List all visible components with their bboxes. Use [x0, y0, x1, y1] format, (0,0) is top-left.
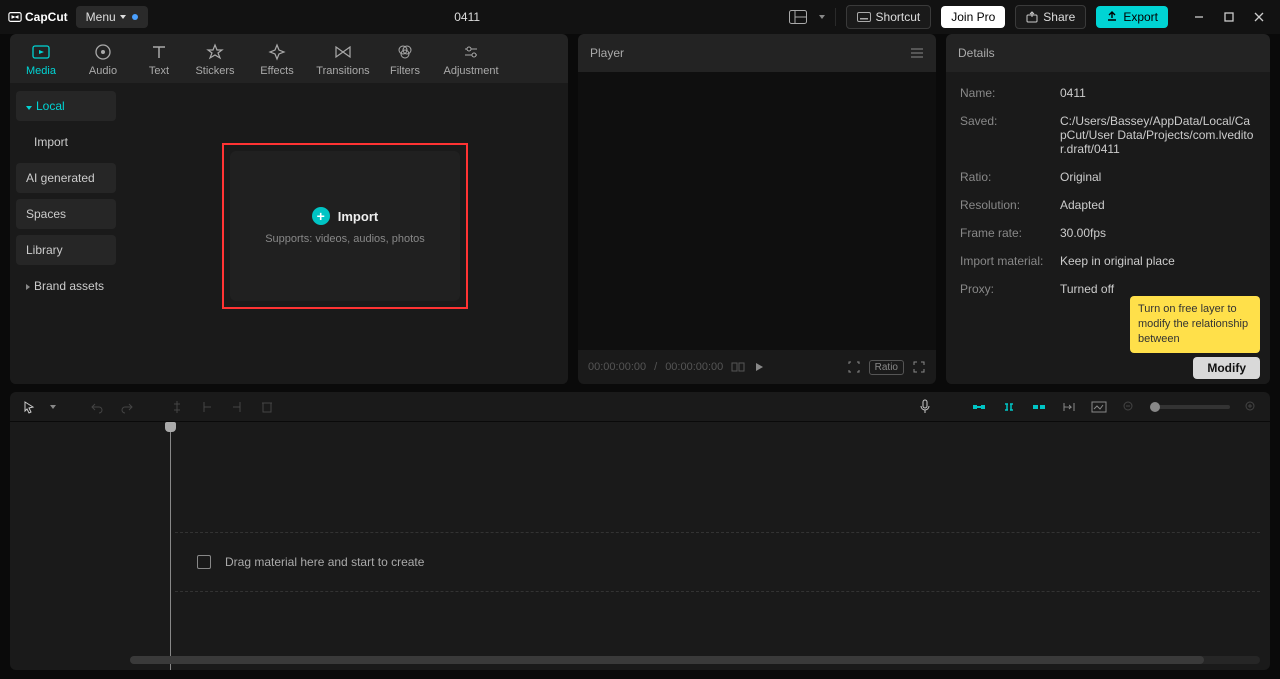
- share-icon: [1026, 11, 1038, 23]
- detail-saved: C:/Users/Bassey/AppData/Local/CapCut/Use…: [1060, 114, 1256, 156]
- undo-icon[interactable]: [88, 398, 106, 416]
- notification-dot-icon: [132, 14, 138, 20]
- sidebar-item-spaces[interactable]: Spaces: [16, 199, 116, 229]
- detail-resolution: Adapted: [1060, 198, 1256, 212]
- tab-filters[interactable]: Filters: [378, 34, 432, 83]
- titlebar-actions: Shortcut Join Pro Share Export: [787, 5, 1272, 29]
- transitions-icon: [333, 42, 353, 62]
- text-icon: [149, 42, 169, 62]
- menu-button[interactable]: Menu: [76, 6, 148, 28]
- sidebar-item-library[interactable]: Library: [16, 235, 116, 265]
- import-dropzone[interactable]: + Import Supports: videos, audios, photo…: [230, 151, 460, 301]
- play-icon[interactable]: [753, 361, 765, 373]
- snap-icon[interactable]: [1030, 398, 1048, 416]
- trim-left-icon[interactable]: [198, 398, 216, 416]
- zoom-out-icon[interactable]: [1120, 398, 1138, 416]
- split-icon[interactable]: [168, 398, 186, 416]
- magnet-icon[interactable]: [970, 398, 988, 416]
- detail-import: Keep in original place: [1060, 254, 1256, 268]
- timeline-area: Drag material here and start to create: [0, 384, 1280, 670]
- scan-icon[interactable]: [847, 360, 861, 374]
- main-area: Media Audio Text Stickers Effects Transi…: [0, 34, 1280, 384]
- timeline-scrollbar[interactable]: [130, 656, 1260, 664]
- zoom-in-icon[interactable]: [1242, 398, 1260, 416]
- trim-right-icon[interactable]: [228, 398, 246, 416]
- layout-chevron-icon[interactable]: [819, 15, 825, 19]
- media-sidebar: Local Import AI generated Spaces Library…: [10, 83, 122, 384]
- modify-button[interactable]: Modify: [1193, 357, 1260, 379]
- capcut-logo-icon: [8, 10, 22, 24]
- media-icon: [31, 42, 51, 62]
- app-logo: CapCut: [8, 10, 68, 24]
- media-panel: Media Audio Text Stickers Effects Transi…: [10, 34, 568, 384]
- ratio-button[interactable]: Ratio: [869, 360, 904, 375]
- cursor-tool-icon[interactable]: [20, 398, 38, 416]
- tab-media[interactable]: Media: [10, 34, 72, 83]
- details-panel: Details Name:0411 Saved:C:/Users/Bassey/…: [946, 34, 1270, 384]
- import-area: + Import Supports: videos, audios, photo…: [122, 83, 568, 384]
- track-type-icon: [197, 555, 211, 569]
- tab-effects[interactable]: Effects: [246, 34, 308, 83]
- app-name: CapCut: [25, 10, 68, 24]
- shortcut-button[interactable]: Shortcut: [846, 5, 932, 29]
- delete-icon[interactable]: [258, 398, 276, 416]
- sidebar-item-local[interactable]: Local: [16, 91, 116, 121]
- detail-ratio: Original: [1060, 170, 1256, 184]
- layout-icon[interactable]: [787, 6, 809, 28]
- timeline-track[interactable]: Drag material here and start to create: [175, 532, 1260, 592]
- free-layer-tooltip: Turn on free layer to modify the relatio…: [1130, 296, 1260, 353]
- player-title: Player: [590, 46, 624, 60]
- export-button[interactable]: Export: [1096, 6, 1168, 28]
- close-button[interactable]: [1246, 6, 1272, 28]
- project-title: 0411: [156, 10, 779, 24]
- titlebar: CapCut Menu 0411 Shortcut Join Pro Share…: [0, 0, 1280, 34]
- details-title: Details: [958, 46, 995, 60]
- cover-icon[interactable]: [1090, 398, 1108, 416]
- tab-transitions[interactable]: Transitions: [308, 34, 378, 83]
- share-button[interactable]: Share: [1015, 5, 1086, 29]
- fullscreen-icon[interactable]: [912, 360, 926, 374]
- detail-framerate: 30.00fps: [1060, 226, 1256, 240]
- playhead[interactable]: [170, 422, 171, 670]
- time-total: 00:00:00:00: [665, 361, 723, 373]
- plus-circle-icon: +: [312, 207, 330, 225]
- stickers-icon: [205, 42, 225, 62]
- effects-icon: [267, 42, 287, 62]
- redo-icon[interactable]: [118, 398, 136, 416]
- compare-icon[interactable]: [731, 360, 745, 374]
- keyboard-icon: [857, 12, 871, 22]
- detail-proxy: Turned off: [1060, 282, 1256, 296]
- audio-icon: [93, 42, 113, 62]
- timeline-body[interactable]: Drag material here and start to create: [10, 422, 1270, 670]
- zoom-slider[interactable]: [1150, 405, 1230, 409]
- export-icon: [1106, 11, 1118, 23]
- player-viewport[interactable]: [578, 72, 936, 350]
- top-tabs: Media Audio Text Stickers Effects Transi…: [10, 34, 568, 83]
- player-panel: Player 00:00:00:00 / 00:00:00:00 Ratio: [578, 34, 936, 384]
- window-controls: [1186, 6, 1272, 28]
- preview-icon[interactable]: [1060, 398, 1078, 416]
- join-pro-button[interactable]: Join Pro: [941, 6, 1005, 28]
- maximize-button[interactable]: [1216, 6, 1242, 28]
- timeline-toolbar: [10, 392, 1270, 422]
- adjustment-icon: [461, 42, 481, 62]
- sidebar-item-ai[interactable]: AI generated: [16, 163, 116, 193]
- chevron-down-icon: [120, 15, 126, 19]
- player-controls: 00:00:00:00 / 00:00:00:00 Ratio: [578, 350, 936, 384]
- minimize-button[interactable]: [1186, 6, 1212, 28]
- link-icon[interactable]: [1000, 398, 1018, 416]
- mic-icon[interactable]: [916, 398, 934, 416]
- sidebar-item-brand[interactable]: Brand assets: [16, 271, 116, 301]
- tab-stickers[interactable]: Stickers: [184, 34, 246, 83]
- filters-icon: [395, 42, 415, 62]
- sidebar-item-import[interactable]: Import: [16, 127, 116, 157]
- time-current: 00:00:00:00: [588, 361, 646, 373]
- detail-name: 0411: [1060, 86, 1256, 100]
- tab-adjustment[interactable]: Adjustment: [432, 34, 510, 83]
- import-highlight-border: + Import Supports: videos, audios, photo…: [222, 143, 468, 309]
- menu-lines-icon[interactable]: [910, 47, 924, 59]
- tool-chevron-icon[interactable]: [50, 405, 56, 409]
- tab-audio[interactable]: Audio: [72, 34, 134, 83]
- tab-text[interactable]: Text: [134, 34, 184, 83]
